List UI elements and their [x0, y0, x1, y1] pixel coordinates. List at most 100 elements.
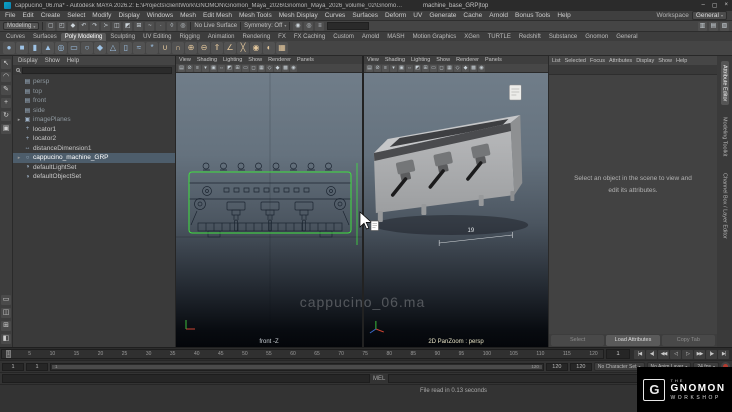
shelf-tab[interactable]: FX Caching	[290, 33, 329, 41]
viewport-menu-item[interactable]: Lighting	[223, 57, 242, 63]
ipr-render-icon[interactable]: ◎	[304, 21, 314, 31]
viewport-menu-item[interactable]: Show	[436, 57, 450, 63]
select-camera-icon[interactable]: ▤	[366, 64, 373, 72]
quad-draw-icon[interactable]: ▦	[276, 42, 288, 54]
menu-item[interactable]: Modify	[92, 12, 111, 19]
lighting-icon[interactable]: ◉	[290, 64, 297, 72]
open-scene-icon[interactable]: ◰	[57, 21, 67, 31]
menu-item[interactable]: Help	[557, 12, 570, 19]
poly-cone-icon[interactable]: ▲	[42, 42, 54, 54]
play-backwards-button[interactable]: ◁	[670, 349, 681, 359]
menu-item[interactable]: Mesh Display	[279, 12, 318, 19]
poly-pyramid-icon[interactable]: △	[107, 42, 119, 54]
grid-icon[interactable]: ⊞	[234, 64, 241, 72]
make-live-icon[interactable]: ◎	[178, 21, 188, 31]
step-forward-frame-button[interactable]: |▶	[706, 349, 717, 359]
step-back-key-button[interactable]: ◀◀	[658, 349, 669, 359]
render-settings-icon[interactable]: ≡	[315, 21, 325, 31]
bevel-icon[interactable]: ∠	[224, 42, 236, 54]
expand-arrow-icon[interactable]: ▸	[16, 117, 22, 123]
animation-start-field[interactable]	[2, 362, 24, 371]
scale-tool-icon[interactable]: ▣	[1, 124, 11, 134]
poly-cylinder-icon[interactable]: ▮	[29, 42, 41, 54]
viewport-menu-item[interactable]: Renderer	[268, 57, 291, 63]
viewport-menu-item[interactable]: Renderer	[456, 57, 479, 63]
attribute-editor-menu-item[interactable]: Selected	[565, 58, 586, 64]
current-frame-field[interactable]	[606, 349, 630, 359]
shelf-tab[interactable]: Motion Graphics	[409, 33, 461, 41]
menu-item[interactable]: Bonus Tools	[515, 12, 550, 19]
channel-box-toggle-icon[interactable]: ▧	[720, 21, 729, 31]
menu-item[interactable]: File	[5, 12, 15, 19]
boolean-union-icon[interactable]: ∪	[159, 42, 171, 54]
command-language-toggle[interactable]: MEL	[373, 376, 385, 382]
outliner-item[interactable]: + locator1	[13, 125, 175, 135]
shelf-tab[interactable]: MASH	[383, 33, 408, 41]
maximize-button[interactable]: ▢	[712, 2, 718, 9]
outliner-item[interactable]: ↔ distanceDimension1	[13, 144, 175, 154]
viewport-menu-item[interactable]: Show	[248, 57, 262, 63]
viewport-menu-item[interactable]: View	[367, 57, 379, 63]
multi-cut-icon[interactable]: ╳	[237, 42, 249, 54]
poly-helix-icon[interactable]: ≈	[133, 42, 145, 54]
expand-arrow-icon[interactable]: ▸	[16, 155, 22, 161]
viewport-menu-item[interactable]: Panels	[297, 57, 314, 63]
outliner-item[interactable]: ▤ persp	[13, 77, 175, 87]
dock-tab[interactable]: Channel Box / Layer Editor	[721, 169, 729, 243]
outliner-item[interactable]: ▸ ○ cappucino_machine_GRP	[13, 153, 175, 163]
isolate-select-icon[interactable]: ◩	[414, 64, 421, 72]
outliner-item[interactable]: ▤ side	[13, 106, 175, 116]
persp-viewport-canvas[interactable]: 19 2D PanZoom : persp	[364, 73, 548, 347]
animation-end-field[interactable]	[569, 362, 592, 371]
front-viewport-canvas[interactable]: front -Z	[176, 73, 362, 347]
menu-item[interactable]: Deform	[385, 12, 406, 19]
attribute-editor-menu-item[interactable]: Help	[676, 58, 687, 64]
snap-to-grid-icon[interactable]: ⊞	[134, 21, 144, 31]
textured-display-icon[interactable]: ▩	[282, 64, 289, 72]
command-input[interactable]	[2, 374, 370, 383]
quick-selection-field[interactable]	[327, 22, 370, 30]
shelf-tab[interactable]: Sculpting	[106, 33, 139, 41]
shelf-tab[interactable]: TURTLE	[484, 33, 515, 41]
attribute-editor-button[interactable]: Copy Tab	[661, 335, 715, 346]
attribute-editor-menu-item[interactable]: Focus	[590, 58, 605, 64]
snap-to-curve-icon[interactable]: ~	[145, 21, 155, 31]
menu-item[interactable]: Create	[41, 12, 61, 19]
attribute-editor-menu-item[interactable]: List	[552, 58, 561, 64]
playback-end-field[interactable]	[545, 362, 568, 371]
isolate-select-icon[interactable]: ◩	[226, 64, 233, 72]
menu-item[interactable]: Display	[118, 12, 139, 19]
shelf-tab[interactable]: Rigging	[175, 33, 203, 41]
dock-tab[interactable]: Attribute Editor	[720, 61, 729, 106]
gate-mask-icon[interactable]: ▦	[446, 64, 453, 72]
poly-pipe-icon[interactable]: ▯	[120, 42, 132, 54]
outliner-menu-item[interactable]: Help	[67, 58, 79, 64]
shelf-tab[interactable]: XGen	[460, 33, 483, 41]
menu-item[interactable]: Edit	[22, 12, 33, 19]
outliner-item[interactable]: ◑ defaultLightSet	[13, 163, 175, 173]
workspace-selector[interactable]: Workspace General	[656, 11, 727, 20]
minimize-button[interactable]: –	[701, 2, 704, 9]
wireframe-display-icon[interactable]: ◇	[454, 64, 461, 72]
outliner-item[interactable]: + locator2	[13, 134, 175, 144]
viewport-menu-item[interactable]: Lighting	[411, 57, 430, 63]
poly-cube-icon[interactable]: ■	[16, 42, 28, 54]
attribute-editor-menu-item[interactable]: Display	[636, 58, 654, 64]
outliner-item[interactable]: ▤ front	[13, 96, 175, 106]
shelf-tab[interactable]: Poly Modeling	[60, 33, 107, 41]
shaded-display-icon[interactable]: ◆	[462, 64, 469, 72]
poly-platonic-icon[interactable]: ◆	[94, 42, 106, 54]
poly-sphere-icon[interactable]: ●	[3, 42, 15, 54]
attribute-editor-button[interactable]: Load Attributes	[606, 335, 660, 346]
shaded-display-icon[interactable]: ◆	[274, 64, 281, 72]
shelf-tab[interactable]: Arnold	[358, 33, 383, 41]
menu-item[interactable]: Curves	[325, 12, 346, 19]
select-tool-icon[interactable]: ↖	[1, 59, 11, 69]
menu-item[interactable]: Windows	[147, 12, 173, 19]
outliner-menu-item[interactable]: Show	[45, 58, 60, 64]
redo-icon[interactable]: ↷	[90, 21, 100, 31]
no-live-surface-label[interactable]: No Live Surface	[194, 23, 237, 29]
single-pane-layout-icon[interactable]: ▭	[1, 295, 11, 305]
go-to-start-button[interactable]: |◀	[634, 349, 645, 359]
lasso-select-tool-icon[interactable]: ◠	[1, 72, 11, 82]
